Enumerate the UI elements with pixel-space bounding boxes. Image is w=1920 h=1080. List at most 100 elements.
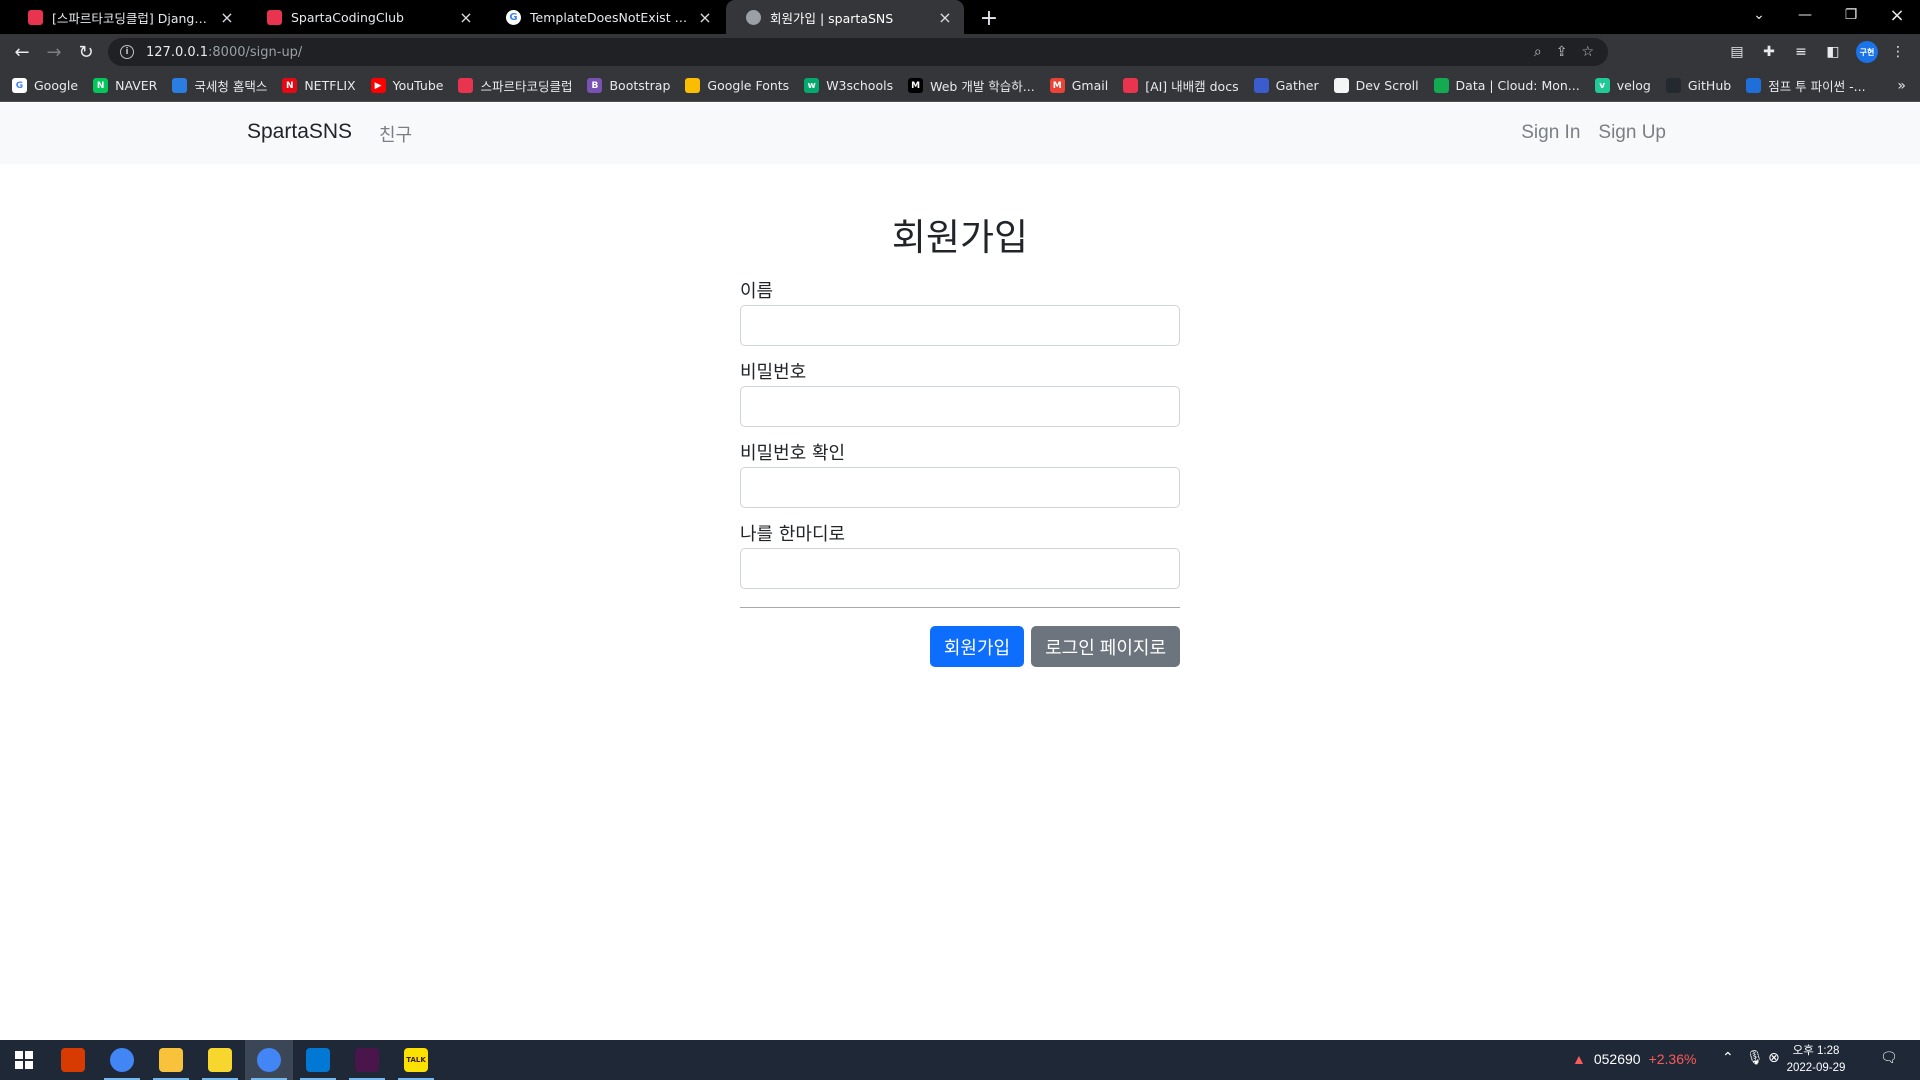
tray-chevron-up-icon[interactable]: ⌃ bbox=[1722, 1050, 1734, 1066]
bookmark-item[interactable]: N NETFLIX bbox=[282, 78, 356, 93]
clock-time: 오후 1:28 bbox=[1792, 1045, 1840, 1057]
vscode-icon bbox=[306, 1048, 330, 1072]
bio-input[interactable] bbox=[740, 548, 1180, 589]
nav-link-friends[interactable]: 친구 bbox=[379, 121, 412, 147]
bookmark-item[interactable]: N NAVER bbox=[93, 78, 157, 93]
microphone-icon[interactable]: 🎙 bbox=[1746, 1050, 1764, 1066]
stock-ticker[interactable]: ▲ 052690 +2.36% bbox=[1572, 1051, 1696, 1067]
url-path: :8000/sign-up/ bbox=[208, 44, 303, 60]
bookmark-label: Gather bbox=[1275, 78, 1319, 93]
menu-kebab-icon[interactable]: ⋮ bbox=[1884, 38, 1912, 66]
close-window-icon[interactable]: × bbox=[1874, 0, 1920, 30]
bookmark-favicon-icon: N bbox=[282, 78, 298, 93]
tab-title: SpartaCodingClub bbox=[291, 9, 404, 25]
bookmark-item[interactable]: Google Fonts bbox=[685, 78, 789, 93]
bookmark-favicon-icon: ▶ bbox=[370, 78, 386, 93]
bookmark-item[interactable]: ▶ YouTube bbox=[370, 78, 444, 93]
chrome-profile-taskbar-icon[interactable] bbox=[245, 1040, 293, 1080]
reload-icon[interactable]: ↻ bbox=[72, 38, 100, 66]
bookmark-item[interactable]: v velog bbox=[1594, 78, 1651, 93]
bookmark-item[interactable]: 국세청 홈택스 bbox=[172, 76, 267, 95]
kakaotalk-icon: TALK bbox=[404, 1048, 428, 1072]
tab-close-icon[interactable]: × bbox=[457, 8, 475, 27]
tab-close-icon[interactable]: × bbox=[696, 8, 714, 27]
bookmark-item[interactable]: Data | Cloud: Mon... bbox=[1433, 78, 1580, 93]
extension-icon[interactable]: ▤ bbox=[1723, 38, 1751, 66]
username-input[interactable] bbox=[740, 305, 1180, 346]
bookmark-label: YouTube bbox=[392, 78, 444, 93]
brand-link[interactable]: SpartaSNS bbox=[247, 120, 352, 144]
office-icon bbox=[61, 1048, 85, 1072]
bookmark-label: Bootstrap bbox=[609, 78, 671, 93]
bookmark-favicon-icon bbox=[1123, 78, 1139, 93]
signup-submit-button[interactable]: 회원가입 bbox=[929, 626, 1025, 667]
go-to-login-button[interactable]: 로그인 페이지로 bbox=[1031, 626, 1180, 667]
puzzle-extensions-icon[interactable]: ✚ bbox=[1755, 38, 1783, 66]
reading-list-icon[interactable]: ≡ bbox=[1787, 38, 1815, 66]
windows-start-icon[interactable] bbox=[0, 1040, 48, 1080]
chrome-icon bbox=[110, 1048, 134, 1072]
browser-tab-google-search[interactable]: G TemplateDoesNotExist - Google × bbox=[486, 0, 724, 34]
restore-icon[interactable]: ❐ bbox=[1828, 0, 1874, 30]
bookmark-favicon-icon bbox=[1253, 78, 1269, 93]
notification-icon[interactable]: 🗨 bbox=[1880, 1050, 1898, 1066]
zoom-icon[interactable]: ⌕ bbox=[1534, 44, 1542, 60]
bookmark-label: [AI] 내배캠 docs bbox=[1145, 79, 1239, 94]
tab-close-icon[interactable]: × bbox=[936, 8, 954, 27]
browser-tab-django[interactable]: [스파르타코딩클럽] Django 기초 × bbox=[8, 0, 246, 34]
bookmark-item[interactable]: G Google bbox=[12, 78, 78, 93]
system-clock[interactable]: 오후 1:28 2022-09-29 bbox=[1786, 1043, 1846, 1077]
bookmarks-overflow-icon[interactable]: » bbox=[1897, 78, 1906, 94]
bookmark-favicon-icon bbox=[172, 78, 188, 93]
bookmark-favicon-icon: G bbox=[12, 78, 27, 93]
file-explorer-taskbar-icon[interactable] bbox=[147, 1040, 195, 1080]
address-bar[interactable]: i 127.0.0.1:8000/sign-up/ ⌕ ⇪ ☆ bbox=[108, 38, 1608, 66]
bookmark-item[interactable]: M Gmail bbox=[1049, 78, 1108, 93]
username-label: 이름 bbox=[740, 281, 774, 302]
vscode-taskbar-icon[interactable] bbox=[294, 1040, 342, 1080]
office-taskbar-icon[interactable] bbox=[49, 1040, 97, 1080]
password-label: 비밀번호 bbox=[740, 362, 807, 383]
bookmark-item[interactable]: M Web 개발 학습하... bbox=[908, 76, 1035, 95]
bookmark-item[interactable]: Dev Scroll bbox=[1333, 78, 1419, 93]
site-navbar: SpartaSNS 친구 Sign In Sign Up bbox=[0, 103, 1920, 164]
bookmark-item[interactable]: 스파르타코딩클럽 bbox=[458, 76, 572, 95]
nav-link-sign-up[interactable]: Sign Up bbox=[1598, 122, 1666, 144]
bookmark-label: Google Fonts bbox=[707, 78, 790, 93]
profile-avatar[interactable]: 구현 bbox=[1856, 41, 1878, 63]
bookmark-item[interactable]: [AI] 내배캠 docs bbox=[1123, 76, 1239, 95]
bookmarks-bar: G Google N NAVER 국세청 홈택스 N NETFLIX ▶ YouTube 스파르타… bbox=[0, 70, 1920, 102]
back-arrow-icon[interactable]: ← bbox=[8, 38, 36, 66]
forward-arrow-icon[interactable]: → bbox=[40, 38, 68, 66]
bookmark-item[interactable]: w W3schools bbox=[804, 78, 893, 93]
site-info-icon[interactable]: i bbox=[120, 45, 134, 59]
bookmark-label: Web 개발 학습하... bbox=[930, 79, 1035, 94]
bookmark-item[interactable]: GitHub bbox=[1665, 78, 1732, 93]
password-input[interactable] bbox=[740, 386, 1180, 427]
bookmark-label: GitHub bbox=[1687, 78, 1732, 93]
sparta-favicon-icon bbox=[28, 9, 43, 25]
password-confirm-input[interactable] bbox=[740, 467, 1180, 508]
bookmark-label: W3schools bbox=[826, 78, 894, 93]
network-icon[interactable]: ⊗ bbox=[1768, 1050, 1780, 1066]
bookmark-item[interactable]: 점프 투 파이썬 -... bbox=[1746, 76, 1866, 95]
url-host: 127.0.0.1 bbox=[146, 44, 209, 60]
nav-link-sign-in[interactable]: Sign In bbox=[1521, 122, 1580, 144]
browser-tab-spartacodingclub[interactable]: SpartaCodingClub × bbox=[247, 0, 485, 34]
browser-tab-signup[interactable]: 회원가입 | spartaSNS × bbox=[726, 0, 964, 34]
chrome-taskbar-icon[interactable] bbox=[98, 1040, 146, 1080]
bookmark-item[interactable]: B Bootstrap bbox=[587, 78, 670, 93]
file-explorer-icon bbox=[159, 1048, 183, 1072]
bookmark-star-icon[interactable]: ☆ bbox=[1581, 44, 1594, 60]
slack-taskbar-icon[interactable] bbox=[343, 1040, 391, 1080]
sticky-notes-taskbar-icon[interactable] bbox=[196, 1040, 244, 1080]
side-panel-icon[interactable]: ◧ bbox=[1819, 38, 1847, 66]
share-icon[interactable]: ⇪ bbox=[1556, 44, 1568, 60]
kakaotalk-taskbar-icon[interactable]: TALK bbox=[392, 1040, 440, 1080]
tab-close-icon[interactable]: × bbox=[218, 8, 236, 27]
bookmark-item[interactable]: Gather bbox=[1253, 78, 1319, 93]
minimize-icon[interactable]: — bbox=[1782, 0, 1828, 30]
bookmark-favicon-icon bbox=[1665, 78, 1681, 93]
tab-search-chevron-icon[interactable]: ⌄ bbox=[1736, 0, 1782, 30]
new-tab-plus-icon[interactable]: + bbox=[976, 5, 1002, 31]
